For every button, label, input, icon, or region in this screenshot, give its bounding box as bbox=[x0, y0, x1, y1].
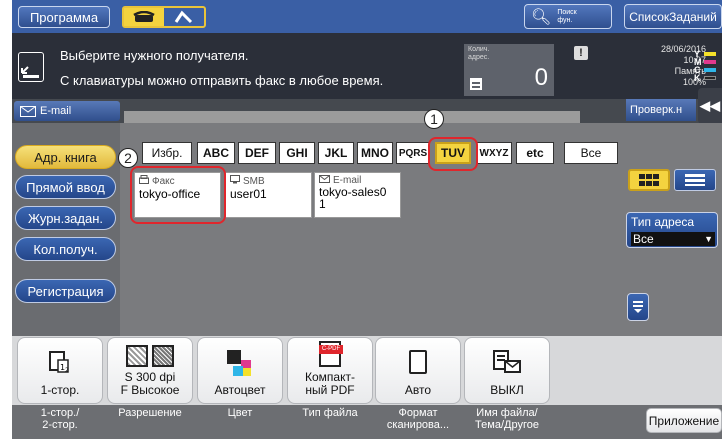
job-list-button[interactable]: СписокЗаданий bbox=[624, 4, 722, 29]
card-name: user01 bbox=[230, 187, 267, 201]
resolution-value: S 300 dpi F Высокое bbox=[120, 370, 180, 397]
search-function-button[interactable]: 🔍︎ Поиск фун. bbox=[524, 4, 612, 29]
filename-subject-value: ВЫКЛ bbox=[490, 383, 524, 397]
chevron-down-icon: ▼ bbox=[704, 234, 713, 244]
grid-view-icon[interactable] bbox=[628, 169, 670, 191]
tuv-highlight bbox=[428, 137, 478, 171]
warning-icon[interactable]: ! bbox=[574, 46, 588, 60]
tab-etc[interactable]: etc bbox=[516, 142, 554, 164]
toner-k-label: K bbox=[694, 73, 701, 83]
mode-toggle[interactable] bbox=[122, 6, 206, 28]
scroll-down-icon[interactable] bbox=[627, 293, 649, 321]
scan-size-button[interactable]: Авто bbox=[375, 337, 461, 404]
document-mail-icon bbox=[493, 350, 521, 373]
search-label-1: Поиск bbox=[557, 8, 577, 16]
callout-2: 2 bbox=[118, 148, 138, 168]
scan-size-label: Формат сканирова... bbox=[386, 407, 450, 431]
filename-subject-label: Имя файла/ Тема/Другое bbox=[475, 407, 539, 431]
address-type-value: Все ▼ bbox=[631, 232, 715, 246]
sidebar-item-address-book[interactable]: Адр. книга bbox=[15, 145, 116, 169]
file-type-button[interactable]: C-PDF Компакт- ный PDF bbox=[287, 337, 373, 404]
toner-k-bar bbox=[704, 76, 716, 80]
tab-mno[interactable]: MNO bbox=[357, 142, 393, 164]
duplex-value: 1-стор. bbox=[40, 383, 80, 397]
address-type-label: Тип адреса bbox=[631, 215, 695, 229]
card-name: tokyo-sales0 1 bbox=[319, 185, 387, 211]
card-highlight bbox=[130, 166, 226, 224]
address-type-value-text: Все bbox=[633, 232, 654, 246]
address-card-email[interactable]: E-mail tokyo-sales0 1 bbox=[314, 172, 401, 218]
email-tab-label: E-mail bbox=[40, 105, 72, 117]
resolution-button[interactable]: S 300 dpi F Высокое bbox=[107, 337, 193, 404]
toner-y-bar bbox=[704, 52, 716, 56]
memory-label: Память bbox=[674, 66, 706, 76]
address-card-smb[interactable]: SMB user01 bbox=[225, 172, 312, 218]
program-button[interactable]: Программа bbox=[18, 6, 110, 28]
svg-text:2: 2 bbox=[65, 367, 69, 374]
tab-def[interactable]: DEF bbox=[238, 142, 276, 164]
fax-mode-icon[interactable] bbox=[124, 8, 164, 26]
address-type-select[interactable]: Тип адреса Все ▼ bbox=[626, 212, 718, 248]
application-button[interactable]: Приложение bbox=[646, 408, 722, 433]
message-keyboard-fax: С клавиатуры можно отправить факс в любо… bbox=[60, 73, 384, 88]
list-view-icon[interactable] bbox=[674, 169, 716, 191]
file-type-label: Тип файла bbox=[302, 407, 358, 419]
toner-levels: Y M C K bbox=[694, 49, 720, 84]
color-icon bbox=[227, 350, 253, 376]
top-bar bbox=[12, 0, 722, 33]
date-text: 28/06/2016 bbox=[660, 44, 706, 54]
resolution-label: Разрешение bbox=[118, 407, 182, 419]
email-tab[interactable]: E-mail bbox=[14, 101, 120, 121]
color-button[interactable]: Автоцвет bbox=[197, 337, 283, 404]
search-icon: 🔍︎ bbox=[531, 8, 552, 26]
toner-c-bar bbox=[704, 68, 716, 72]
list-icon bbox=[470, 78, 482, 90]
count-label-1: Колич. bbox=[468, 46, 490, 53]
page-icon bbox=[409, 350, 427, 374]
message-select-recipient: Выберите нужного получателя. bbox=[60, 48, 249, 63]
tab-pqrs[interactable]: PQRS bbox=[396, 142, 430, 164]
view-toggle[interactable] bbox=[628, 169, 718, 193]
duplex-icon: 12 bbox=[49, 351, 69, 374]
count-label-2: адрес. bbox=[468, 54, 490, 61]
toner-m-bar bbox=[704, 60, 716, 64]
handset-icon[interactable] bbox=[164, 8, 204, 26]
search-label-2: фун. bbox=[557, 16, 573, 24]
tab-jkl[interactable]: JKL bbox=[318, 142, 354, 164]
pdf-badge: C-PDF bbox=[319, 345, 343, 354]
color-value: Автоцвет bbox=[214, 383, 266, 397]
callout-1: 1 bbox=[424, 109, 444, 129]
tab-ghi[interactable]: GHI bbox=[279, 142, 315, 164]
tab-all[interactable]: Все bbox=[564, 142, 618, 164]
check-settings-button[interactable]: Проверк.н bbox=[626, 99, 696, 121]
fax-document-icon bbox=[18, 52, 44, 82]
pdf-icon: C-PDF bbox=[319, 341, 343, 367]
resolution-icon bbox=[126, 345, 174, 367]
duplex-button[interactable]: 12 1-стор. bbox=[17, 337, 103, 404]
collapse-panel-icon[interactable]: ◀◀ bbox=[698, 88, 722, 124]
sidebar-item-registration[interactable]: Регистрация bbox=[15, 279, 116, 303]
address-count-box: Колич. адрес. 0 bbox=[464, 44, 554, 96]
computer-icon bbox=[230, 175, 240, 187]
count-value: 0 bbox=[534, 64, 548, 91]
card-type-label: SMB bbox=[243, 175, 265, 187]
memory-value: 100% bbox=[682, 77, 706, 87]
tab-abc[interactable]: ABC bbox=[197, 142, 235, 164]
tab-favorites[interactable]: Избр. bbox=[142, 142, 192, 164]
color-label: Цвет bbox=[227, 407, 253, 419]
scan-size-value: Авто bbox=[404, 383, 432, 397]
status-info: 28/06/2016 10:07 Память 100% bbox=[616, 44, 706, 88]
sidebar-item-recipient-count[interactable]: Кол.получ. bbox=[15, 237, 116, 261]
sidebar-item-job-history[interactable]: Журн.задан. bbox=[15, 206, 116, 230]
file-type-value: Компакт- ный PDF bbox=[305, 370, 355, 397]
duplex-label: 1-стор./ 2-стор. bbox=[40, 407, 80, 431]
filename-subject-button[interactable]: ВЫКЛ bbox=[464, 337, 550, 404]
time-text: 10:07 bbox=[683, 55, 706, 65]
tab-wxyz[interactable]: WXYZ bbox=[476, 142, 512, 164]
envelope-icon bbox=[20, 105, 36, 117]
sidebar-item-direct-input[interactable]: Прямой ввод bbox=[15, 175, 116, 199]
